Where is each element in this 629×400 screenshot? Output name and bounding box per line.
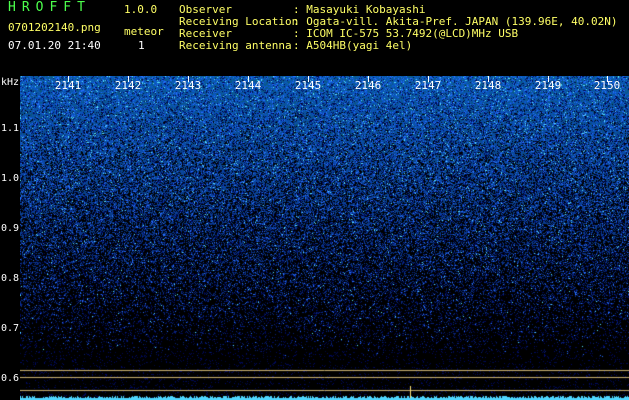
time-tick-mark [248, 76, 249, 82]
freq-tick-label: 1.0 [0, 173, 19, 184]
time-tick-mark [368, 76, 369, 82]
spectrogram-area [20, 76, 629, 400]
freq-tick-label: 0.9 [0, 223, 19, 234]
freq-tick-label: 1.1 [0, 123, 19, 134]
station-key-antenna: Receiving antenna [179, 39, 292, 52]
freq-tick-label: 0.8 [0, 273, 19, 284]
time-tick-mark [188, 76, 189, 82]
header-panel: HROFFT 1.0.0 0701202140.png meteor 1 07.… [0, 0, 629, 76]
spectrogram-canvas [20, 76, 629, 400]
file-datetime: 07.01.20 21:40 [8, 39, 101, 52]
time-tick-mark [428, 76, 429, 82]
time-tick-mark [607, 76, 608, 82]
time-tick-mark [308, 76, 309, 82]
app-title: HROFFT [8, 0, 91, 15]
counter-label: meteor [124, 25, 164, 38]
freq-tick-label: 0.6 [0, 373, 19, 384]
freq-unit-label: kHz [0, 77, 19, 88]
time-tick-mark [68, 76, 69, 82]
time-tick-mark [548, 76, 549, 82]
app-version: 1.0.0 [124, 3, 158, 16]
time-tick-mark [128, 76, 129, 82]
time-tick-mark [488, 76, 489, 82]
counter-value: 1 [138, 39, 145, 52]
station-value-antenna: : A504HB(yagi 4el) [293, 39, 413, 52]
file-name: 0701202140.png [8, 21, 101, 34]
freq-tick-label: 0.7 [0, 323, 19, 334]
